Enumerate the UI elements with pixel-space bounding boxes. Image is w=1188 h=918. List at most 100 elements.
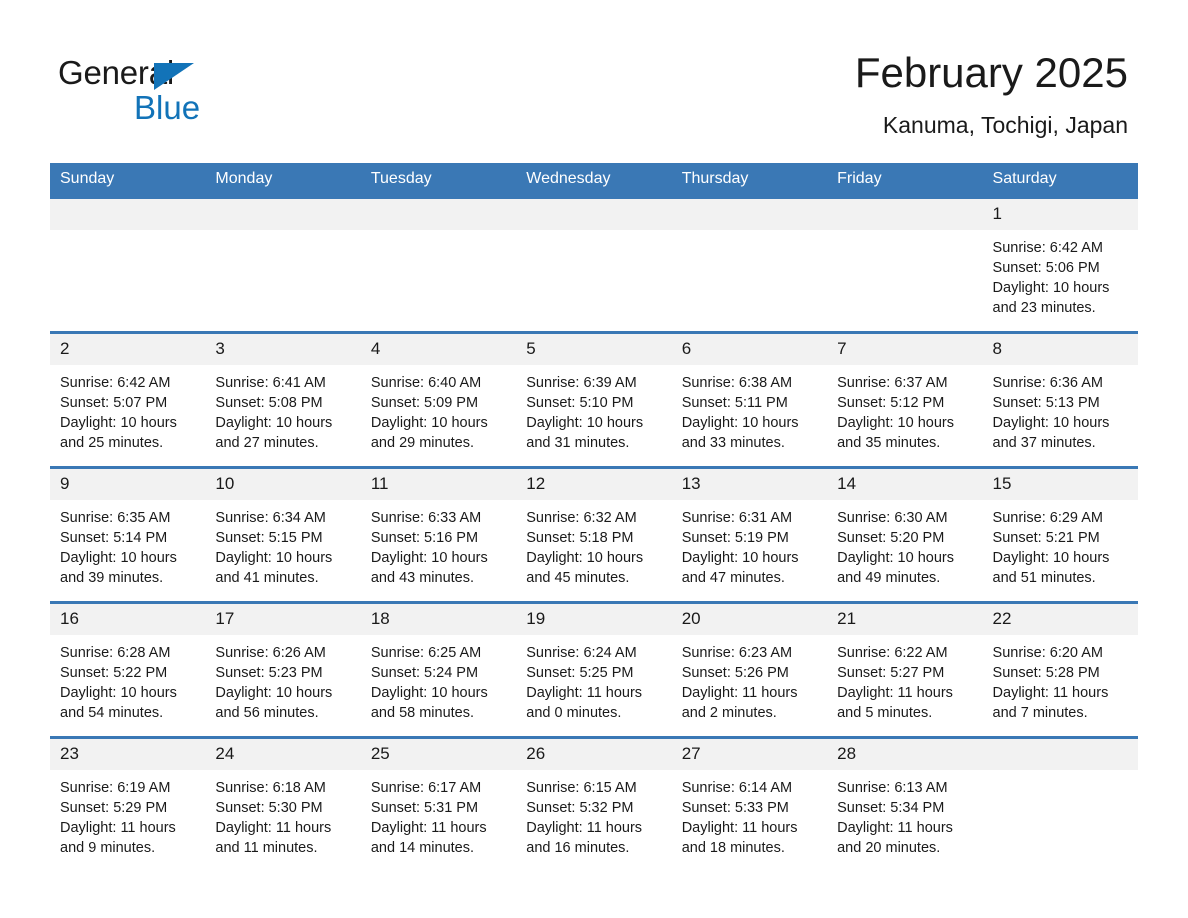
calendar-day-cell-empty: [360, 196, 517, 333]
calendar-day-cell[interactable]: 13 Sunrise: 6:31 AM Sunset: 5:19 PM Dayligh…: [671, 466, 828, 603]
calendar-day-cell[interactable]: 26 Sunrise: 6:15 AM Sunset: 5:32 PM Dayligh…: [516, 736, 672, 873]
daylight-text: Daylight: 10 hours and 25 minutes.: [60, 415, 177, 451]
calendar-day-cell[interactable]: 8 Sunrise: 6:36 AM Sunset: 5:13 PM Daylight…: [982, 331, 1138, 468]
calendar-day-cell[interactable]: 27 Sunrise: 6:14 AM Sunset: 5:33 PM Dayligh…: [671, 736, 828, 873]
day-sun-info: Sunrise: 6:40 AM Sunset: 5:09 PM Daylight:…: [361, 365, 516, 453]
sunset-text: Sunset: 5:28 PM: [992, 665, 1100, 681]
sunset-text: Sunset: 5:08 PM: [215, 395, 323, 411]
day-number: 17: [205, 604, 361, 635]
day-number: 8: [982, 334, 1138, 365]
sunrise-text: Sunrise: 6:14 AM: [681, 780, 793, 796]
daylight-text: Daylight: 11 hours and 9 minutes.: [60, 820, 176, 856]
sunrise-text: Sunrise: 6:29 AM: [992, 510, 1103, 526]
daylight-text: Daylight: 11 hours and 11 minutes.: [215, 820, 332, 856]
calendar-day-cell[interactable]: 28 Sunrise: 6:13 AM Sunset: 5:34 PM Dayligh…: [827, 736, 983, 873]
day-number: 4: [360, 334, 517, 365]
sunrise-text: Sunrise: 6:23 AM: [681, 645, 793, 661]
calendar-day-cell[interactable]: 12 Sunrise: 6:32 AM Sunset: 5:18 PM Dayligh…: [516, 466, 672, 603]
daylight-text: Daylight: 10 hours and 47 minutes.: [681, 550, 799, 586]
day-number: 11: [360, 469, 517, 500]
calendar-day-cell[interactable]: 9 Sunrise: 6:35 AM Sunset: 5:14 PM Daylight…: [50, 466, 206, 603]
calendar-day-cell[interactable]: 14 Sunrise: 6:30 AM Sunset: 5:20 PM Dayligh…: [827, 466, 983, 603]
sunset-text: Sunset: 5:27 PM: [837, 665, 945, 681]
calendar-day-cell[interactable]: 16 Sunrise: 6:28 AM Sunset: 5:22 PM Dayligh…: [50, 601, 206, 738]
sunrise-text: Sunrise: 6:37 AM: [837, 375, 948, 391]
sunrise-text: Sunrise: 6:42 AM: [60, 375, 171, 391]
calendar-day-cell[interactable]: 4 Sunrise: 6:40 AM Sunset: 5:09 PM Daylight…: [360, 331, 517, 468]
sunset-text: Sunset: 5:32 PM: [526, 800, 634, 816]
day-sun-info: Sunrise: 6:13 AM Sunset: 5:34 PM Daylight:…: [827, 770, 982, 858]
day-number: [671, 199, 828, 230]
calendar-day-cell[interactable]: 22 Sunrise: 6:20 AM Sunset: 5:28 PM Dayligh…: [982, 601, 1138, 738]
day-number: 23: [50, 739, 206, 770]
calendar-day-cell[interactable]: 11 Sunrise: 6:33 AM Sunset: 5:16 PM Dayligh…: [360, 466, 517, 603]
day-number: 16: [50, 604, 206, 635]
calendar-day-cell-empty: [827, 196, 983, 333]
weekday-header-tuesday: Tuesday: [360, 163, 517, 198]
location-subtitle: Kanuma, Tochigi, Japan: [882, 112, 1128, 138]
sunrise-text: Sunrise: 6:25 AM: [370, 645, 482, 661]
calendar-day-cell[interactable]: 20 Sunrise: 6:23 AM Sunset: 5:26 PM Dayligh…: [671, 601, 828, 738]
calendar-week-row: 23 Sunrise: 6:19 AM Sunset: 5:29 PM Dayligh…: [50, 736, 1138, 873]
title-block: February 2025 Kanuma, Tochigi, Japan: [855, 48, 1130, 140]
sunrise-text: Sunrise: 6:24 AM: [526, 645, 637, 661]
day-sun-info: Sunrise: 6:33 AM Sunset: 5:16 PM Daylight:…: [361, 500, 516, 588]
day-sun-info: Sunrise: 6:42 AM Sunset: 5:07 PM Daylight:…: [50, 365, 205, 453]
sunset-text: Sunset: 5:16 PM: [370, 530, 479, 546]
day-number: [516, 199, 672, 230]
daylight-text: Daylight: 11 hours and 2 minutes.: [681, 685, 798, 721]
daylight-text: Daylight: 11 hours and 0 minutes.: [526, 685, 643, 721]
calendar-page: General Blue February 2025 Kanuma, Tochi…: [0, 0, 1188, 918]
calendar-day-cell[interactable]: 24 Sunrise: 6:18 AM Sunset: 5:30 PM Dayligh…: [205, 736, 361, 873]
brand-logo: General Blue: [58, 48, 298, 126]
calendar-day-cell[interactable]: 3 Sunrise: 6:41 AM Sunset: 5:08 PM Daylight…: [205, 331, 361, 468]
day-sun-info: Sunrise: 6:19 AM Sunset: 5:29 PM Daylight:…: [50, 770, 205, 858]
calendar-day-cell[interactable]: 18 Sunrise: 6:25 AM Sunset: 5:24 PM Dayligh…: [360, 601, 517, 738]
sunrise-text: Sunrise: 6:30 AM: [837, 510, 948, 526]
sunrise-text: Sunrise: 6:42 AM: [992, 240, 1103, 256]
day-sun-info: Sunrise: 6:17 AM Sunset: 5:31 PM Daylight:…: [361, 770, 516, 858]
calendar-day-cell[interactable]: 6 Sunrise: 6:38 AM Sunset: 5:11 PM Daylight…: [671, 331, 828, 468]
calendar-day-cell[interactable]: 5 Sunrise: 6:39 AM Sunset: 5:10 PM Daylight…: [516, 331, 672, 468]
day-number: 22: [982, 604, 1138, 635]
calendar-day-cell[interactable]: 17 Sunrise: 6:26 AM Sunset: 5:23 PM Dayligh…: [205, 601, 361, 738]
calendar-week-row: 9 Sunrise: 6:35 AM Sunset: 5:14 PM Daylight…: [50, 466, 1138, 603]
day-number: 25: [360, 739, 517, 770]
day-sun-info: Sunrise: 6:41 AM Sunset: 5:08 PM Daylight:…: [205, 365, 360, 453]
daylight-text: Daylight: 10 hours and 29 minutes.: [370, 415, 488, 451]
day-sun-info: Sunrise: 6:34 AM Sunset: 5:15 PM Daylight:…: [205, 500, 360, 588]
day-sun-info: Sunrise: 6:22 AM Sunset: 5:27 PM Daylight:…: [827, 635, 982, 723]
sunset-text: Sunset: 5:20 PM: [837, 530, 945, 546]
sunset-text: Sunset: 5:10 PM: [526, 395, 634, 411]
sunset-text: Sunset: 5:21 PM: [992, 530, 1100, 546]
day-sun-info: Sunrise: 6:37 AM Sunset: 5:12 PM Daylight:…: [827, 365, 982, 453]
calendar-day-cell[interactable]: 15 Sunrise: 6:29 AM Sunset: 5:21 PM Dayligh…: [982, 466, 1138, 603]
calendar-day-cell-empty: [50, 196, 206, 333]
daylight-text: Daylight: 10 hours and 43 minutes.: [370, 550, 488, 586]
daylight-text: Daylight: 10 hours and 39 minutes.: [60, 550, 177, 586]
calendar-day-cell[interactable]: 23 Sunrise: 6:19 AM Sunset: 5:29 PM Dayligh…: [50, 736, 206, 873]
day-sun-info: Sunrise: 6:29 AM Sunset: 5:21 PM Daylight:…: [983, 500, 1138, 588]
calendar-day-cell[interactable]: 2 Sunrise: 6:42 AM Sunset: 5:07 PM Daylight…: [50, 331, 206, 468]
day-sun-info: Sunrise: 6:31 AM Sunset: 5:19 PM Daylight:…: [672, 500, 827, 588]
sunrise-text: Sunrise: 6:41 AM: [215, 375, 326, 391]
day-number: 7: [827, 334, 983, 365]
page-title: February 2025: [854, 49, 1128, 96]
sunrise-text: Sunrise: 6:17 AM: [370, 780, 482, 796]
sunset-text: Sunset: 5:12 PM: [837, 395, 945, 411]
daylight-text: Daylight: 10 hours and 58 minutes.: [370, 685, 488, 721]
calendar-day-cell[interactable]: 7 Sunrise: 6:37 AM Sunset: 5:12 PM Daylight…: [827, 331, 983, 468]
daylight-text: Daylight: 10 hours and 49 minutes.: [837, 550, 954, 586]
calendar-day-cell[interactable]: 19 Sunrise: 6:24 AM Sunset: 5:25 PM Dayligh…: [516, 601, 672, 738]
weekday-header-row: Sunday Monday Tuesday Wednesday Thursday…: [50, 163, 1138, 198]
calendar-day-cell[interactable]: 25 Sunrise: 6:17 AM Sunset: 5:31 PM Dayligh…: [360, 736, 517, 873]
daylight-text: Daylight: 10 hours and 51 minutes.: [992, 550, 1110, 586]
calendar-day-cell[interactable]: 10 Sunrise: 6:34 AM Sunset: 5:15 PM Dayligh…: [205, 466, 361, 603]
calendar-day-cell[interactable]: 21 Sunrise: 6:22 AM Sunset: 5:27 PM Dayligh…: [827, 601, 983, 738]
calendar-day-cell[interactable]: 1 Sunrise: 6:42 AM Sunset: 5:06 PM Daylight…: [982, 196, 1138, 333]
sunrise-text: Sunrise: 6:34 AM: [215, 510, 326, 526]
weekday-header-saturday: Saturday: [982, 163, 1138, 198]
page-header: General Blue February 2025 Kanuma, Tochi…: [0, 0, 1188, 140]
day-sun-info: Sunrise: 6:23 AM Sunset: 5:26 PM Daylight:…: [672, 635, 827, 723]
sunrise-text: Sunrise: 6:39 AM: [526, 375, 637, 391]
